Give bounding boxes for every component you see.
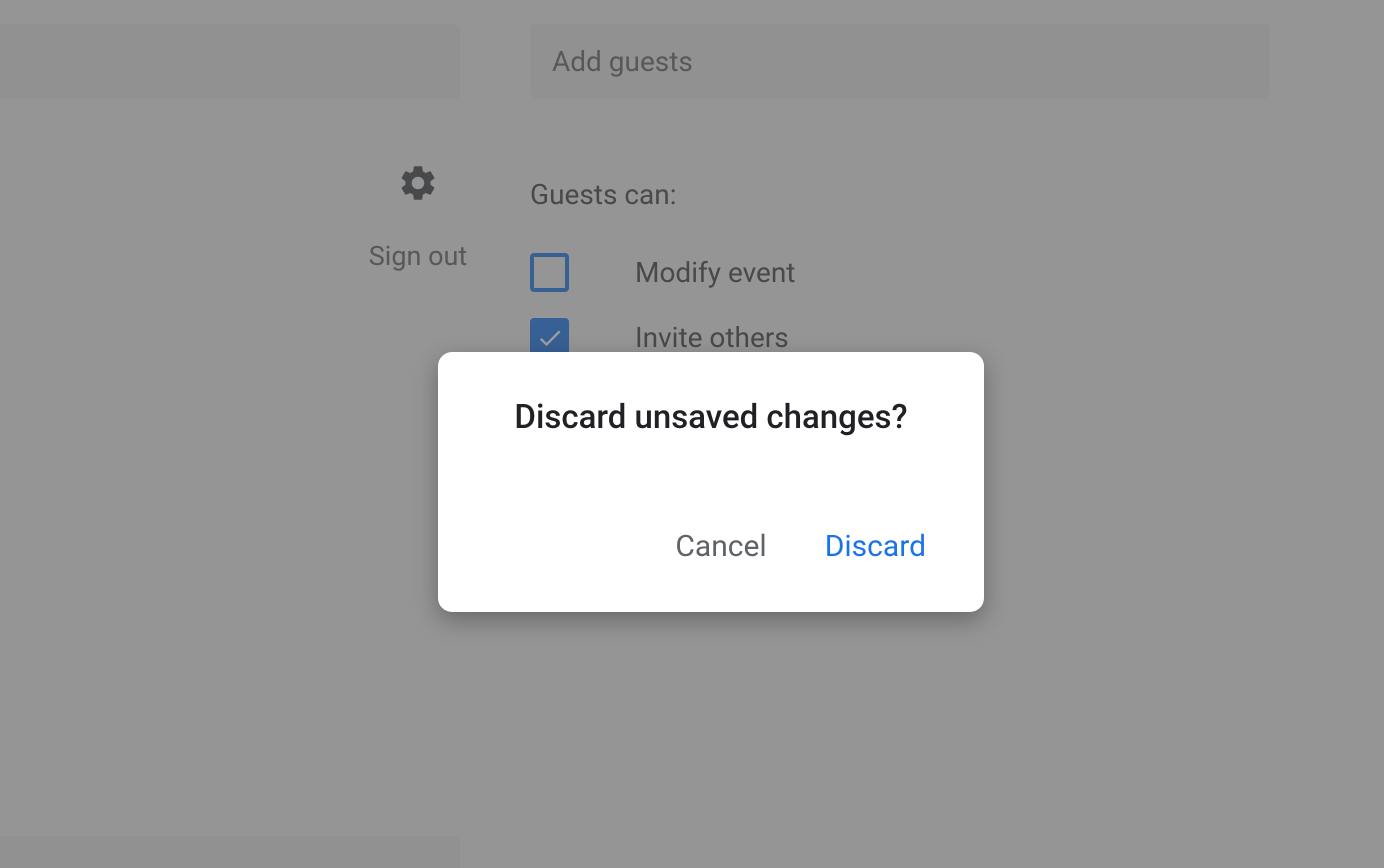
cancel-button[interactable]: Cancel bbox=[671, 521, 770, 572]
dialog-button-row: Cancel Discard bbox=[486, 521, 936, 572]
dialog-title: Discard unsaved changes? bbox=[486, 398, 936, 437]
discard-button[interactable]: Discard bbox=[821, 521, 930, 572]
discard-changes-dialog: Discard unsaved changes? Cancel Discard bbox=[438, 352, 984, 612]
